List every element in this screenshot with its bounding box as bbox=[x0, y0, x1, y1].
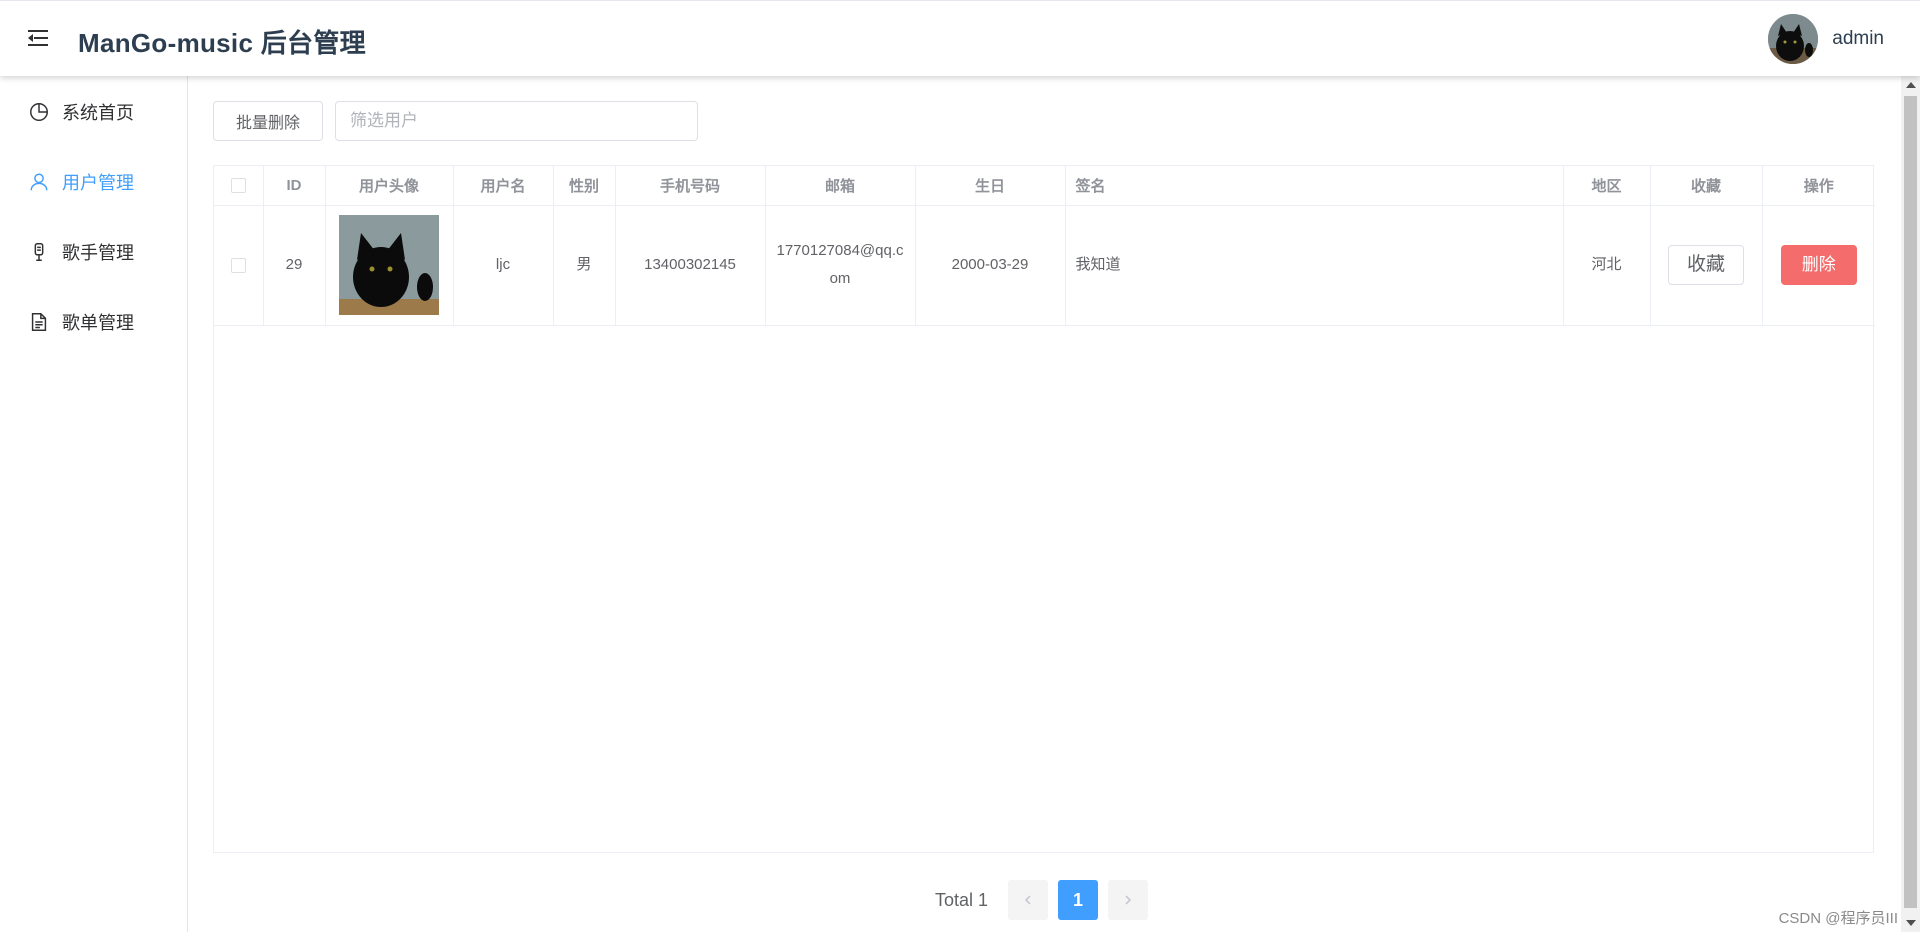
column-header-region: 地区 bbox=[1563, 166, 1651, 206]
cell-avatar bbox=[325, 205, 454, 326]
table-row: 29 ljc 男 13400302145 1770127084@qq.com 2… bbox=[214, 205, 1875, 326]
scroll-up-arrow-icon[interactable] bbox=[1906, 82, 1916, 88]
cell-collect: 收藏 bbox=[1650, 205, 1763, 326]
scrollbar-thumb[interactable] bbox=[1904, 96, 1917, 908]
cell-email: 1770127084@qq.com bbox=[765, 205, 916, 326]
column-header-birthday: 生日 bbox=[915, 166, 1066, 206]
pagination-total: Total 1 bbox=[935, 889, 989, 910]
watermark: CSDN @程序员III bbox=[1778, 910, 1898, 927]
cell-actions: 删除 bbox=[1762, 205, 1875, 326]
column-header-actions: 操作 bbox=[1762, 166, 1875, 206]
sidebar-item-label: 歌单管理 bbox=[62, 313, 134, 333]
menu-toggle-icon[interactable] bbox=[28, 29, 48, 47]
vertical-scrollbar[interactable] bbox=[1901, 76, 1920, 932]
user-name: admin bbox=[1832, 28, 1884, 49]
user-menu[interactable]: admin bbox=[1768, 14, 1884, 64]
delete-button[interactable]: 删除 bbox=[1780, 245, 1857, 285]
column-header-avatar: 用户头像 bbox=[325, 166, 454, 206]
collect-button[interactable]: 收藏 bbox=[1668, 245, 1744, 285]
batch-delete-button[interactable]: 批量删除 bbox=[213, 101, 323, 141]
pie-chart-icon bbox=[30, 103, 48, 121]
column-header-collect: 收藏 bbox=[1650, 166, 1763, 206]
column-header-signature: 签名 bbox=[1065, 166, 1564, 206]
next-page-button[interactable] bbox=[1108, 880, 1149, 920]
page-number-button[interactable]: 1 bbox=[1058, 880, 1099, 920]
select-all-checkbox[interactable] bbox=[230, 178, 246, 194]
top-header: ManGo-music 后台管理 admin bbox=[0, 0, 1920, 76]
cell-birthday: 2000-03-29 bbox=[915, 205, 1066, 326]
user-table: ID 用户头像 用户名 性别 手机号码 邮箱 生日 签名 地区 收藏 操作 29 bbox=[213, 165, 1875, 853]
chevron-right-icon bbox=[1125, 895, 1132, 905]
prev-page-button[interactable] bbox=[1008, 880, 1049, 920]
sidebar-item-label: 歌手管理 bbox=[62, 243, 134, 263]
sidebar-item-label: 系统首页 bbox=[62, 103, 134, 123]
column-header-gender: 性别 bbox=[553, 166, 616, 206]
cell-username: ljc bbox=[453, 205, 554, 326]
column-header-email: 邮箱 bbox=[765, 166, 916, 206]
sidebar-item-users[interactable]: 用户管理 bbox=[28, 162, 134, 202]
sidebar-item-singers[interactable]: 歌手管理 bbox=[28, 232, 134, 272]
user-avatar-image bbox=[339, 215, 439, 315]
sidebar: 系统首页 用户管理 歌手管理 歌单管理 bbox=[0, 76, 188, 932]
column-header-phone: 手机号码 bbox=[615, 166, 766, 206]
user-icon bbox=[30, 173, 48, 191]
table-header-row: ID 用户头像 用户名 性别 手机号码 邮箱 生日 签名 地区 收藏 操作 bbox=[214, 166, 1875, 206]
microphone-icon bbox=[34, 243, 44, 261]
select-all-cell bbox=[214, 166, 264, 206]
row-select-cell bbox=[214, 205, 264, 326]
cell-region: 河北 bbox=[1563, 205, 1651, 326]
cell-gender: 男 bbox=[553, 205, 616, 326]
cell-phone: 13400302145 bbox=[615, 205, 766, 326]
cell-id: 29 bbox=[263, 205, 326, 326]
row-checkbox[interactable] bbox=[230, 257, 246, 273]
document-icon bbox=[31, 313, 47, 331]
sidebar-item-playlists[interactable]: 歌单管理 bbox=[28, 302, 134, 342]
app-title: ManGo-music 后台管理 bbox=[78, 28, 366, 58]
cell-signature: 我知道 bbox=[1065, 205, 1564, 326]
filter-user-input[interactable] bbox=[335, 101, 698, 141]
user-avatar[interactable] bbox=[1768, 14, 1819, 64]
column-header-id: ID bbox=[263, 166, 326, 206]
pagination: Total 1 1 bbox=[935, 880, 1149, 920]
column-header-username: 用户名 bbox=[453, 166, 554, 206]
sidebar-item-label: 用户管理 bbox=[62, 173, 134, 193]
scroll-down-arrow-icon[interactable] bbox=[1906, 920, 1916, 926]
sidebar-item-dashboard[interactable]: 系统首页 bbox=[28, 92, 134, 132]
chevron-left-icon bbox=[1024, 895, 1031, 905]
